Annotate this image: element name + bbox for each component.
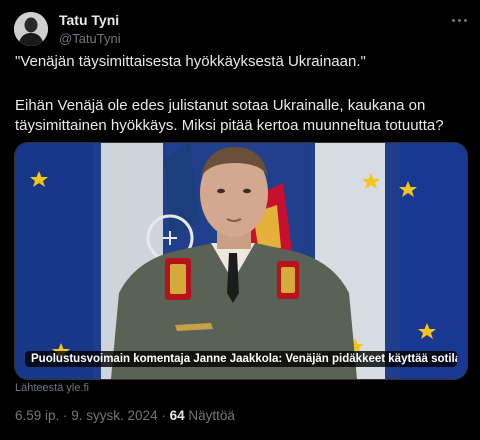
link-source[interactable]: Lähteestä yle.fi [15, 382, 89, 394]
author-name[interactable]: Tatu Tyni [59, 12, 119, 28]
tweet-text-line: Eihän Venäjä ole edes julistanut sotaa U… [15, 97, 426, 114]
tweet-text-line: täysimittainen hyökkäys. Miksi pitää ker… [15, 117, 444, 134]
link-card-title: Puolustusvoimain komentaja Janne Jaakkol… [25, 351, 457, 367]
avatar[interactable] [14, 12, 48, 46]
tweet-meta: 6.59 ip. · 9. syysk. 2024 · 64 Näyttöä [15, 408, 235, 423]
tweet-text-line: "Venäjän täysimittaisesta hyökkäyksestä … [15, 53, 366, 70]
tweet: Tatu Tyni @TatuTyni "Venäjän täysimittai… [0, 0, 480, 440]
more-options-button[interactable] [448, 12, 470, 28]
article-photo [15, 143, 467, 379]
views-label: Näyttöä [184, 408, 235, 423]
more-dot-icon [463, 18, 467, 22]
avatar-image [14, 12, 48, 46]
more-dot-icon [451, 18, 455, 22]
timestamp[interactable]: 6.59 ip. · 9. syysk. 2024 · [15, 408, 170, 423]
link-card-image[interactable]: Puolustusvoimain komentaja Janne Jaakkol… [14, 142, 468, 380]
author-handle[interactable]: @TatuTyni [59, 31, 121, 46]
views-count: 64 [169, 408, 185, 423]
more-dot-icon [457, 18, 461, 22]
